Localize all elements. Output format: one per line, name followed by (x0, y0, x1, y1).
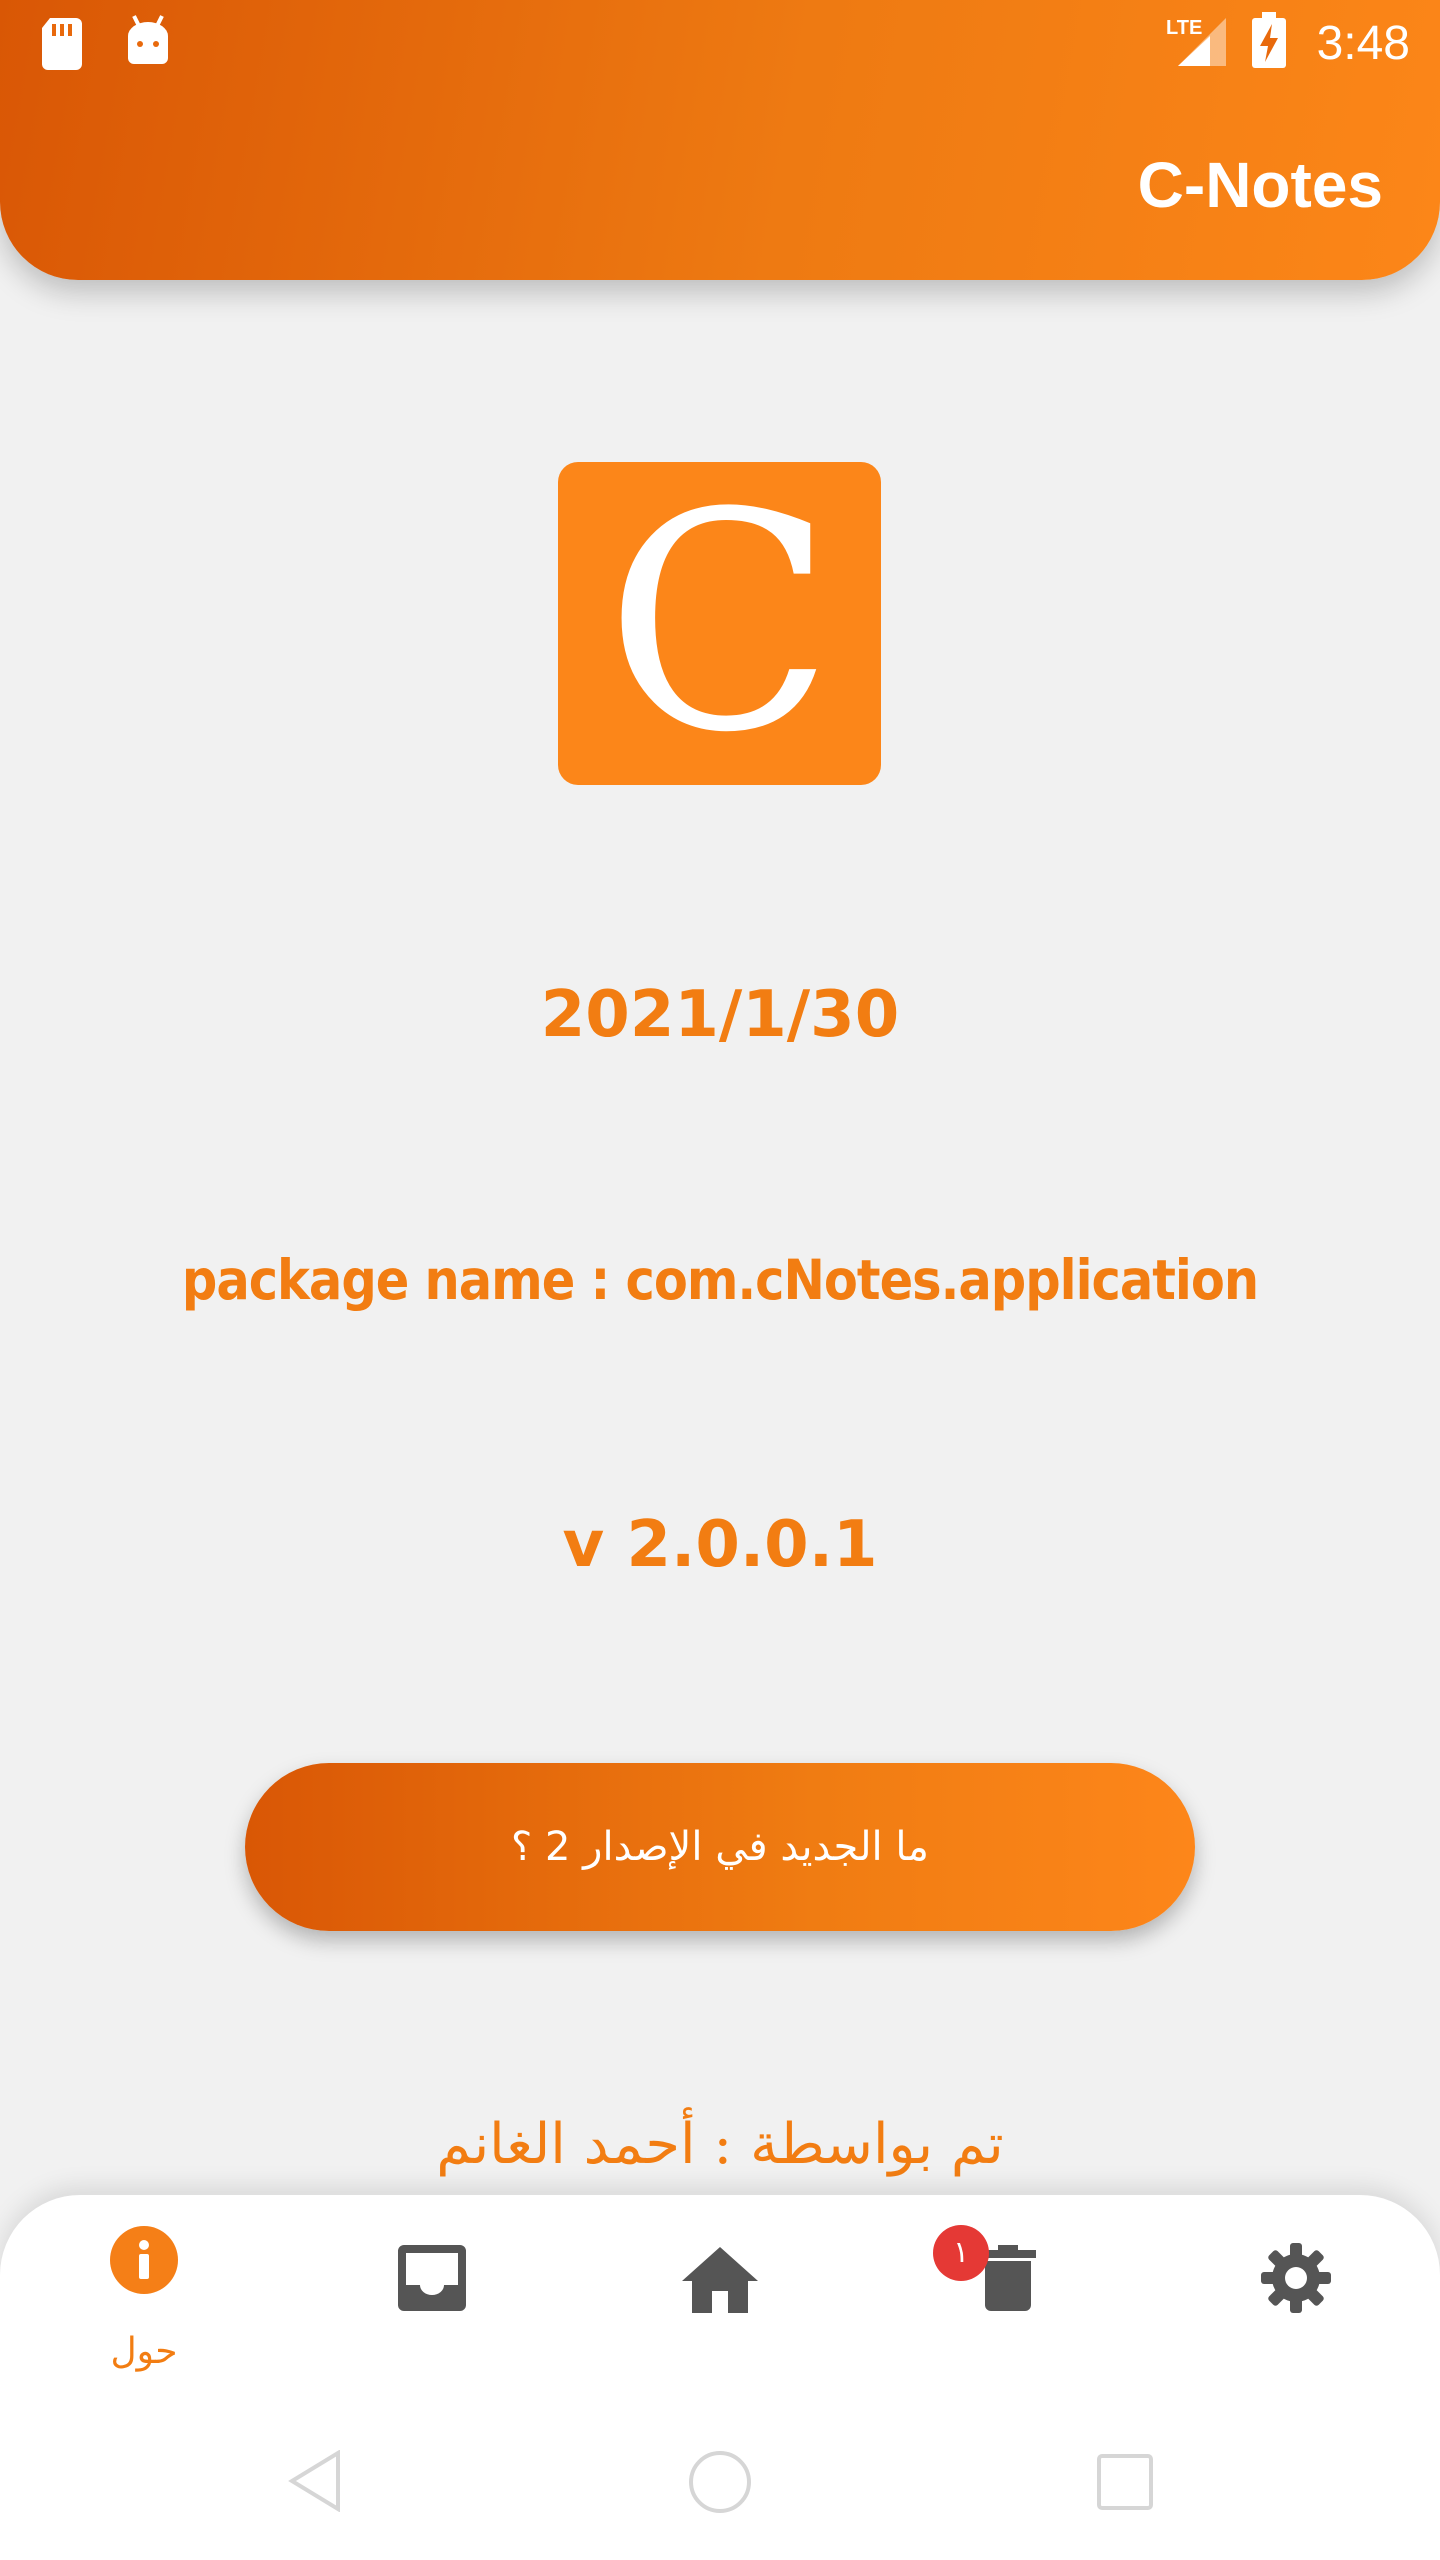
info-icon (110, 2226, 178, 2294)
inbox-icon (398, 2245, 466, 2311)
package-name: package name : com.cNotes.application (181, 1248, 1259, 1312)
bottom-navigation: حول (0, 2195, 1440, 2560)
system-recents-icon[interactable] (1096, 2453, 1154, 2511)
whats-new-button[interactable]: ما الجديد في الإصدار 2 ؟ (245, 1763, 1195, 1931)
gear-icon (1261, 2243, 1331, 2313)
lte-signal-icon: LTE (1166, 17, 1226, 66)
nav-item-home[interactable] (630, 2215, 810, 2365)
nav-item-settings[interactable] (1206, 2215, 1386, 2365)
nav-about-label: حول (110, 2331, 178, 2372)
release-date: 2021/1/30 (540, 978, 900, 1052)
nav-item-inbox[interactable] (342, 2215, 522, 2365)
status-clock: 3:48 (1316, 17, 1410, 70)
app-version: v 2.0.0.1 (562, 1508, 878, 1582)
system-back-icon[interactable] (288, 2450, 342, 2512)
app-title: C-Notes (1137, 149, 1383, 221)
trash-count-badge: ١ (933, 2225, 989, 2281)
home-icon (682, 2247, 758, 2313)
android-debug-icon (128, 15, 168, 64)
app-header: LTE 3:48 C-Notes (0, 0, 1440, 280)
battery-charging-icon (1252, 12, 1286, 68)
nav-item-about[interactable]: حول (54, 2215, 234, 2372)
sd-card-icon (42, 18, 82, 70)
network-type-label: LTE (1166, 17, 1202, 39)
system-home-icon[interactable] (688, 2450, 752, 2514)
author-credit: تم بواسطة : أحمد الغانم (436, 2112, 1004, 2177)
logo-letter: C (604, 448, 835, 798)
app-logo: C (558, 462, 881, 785)
